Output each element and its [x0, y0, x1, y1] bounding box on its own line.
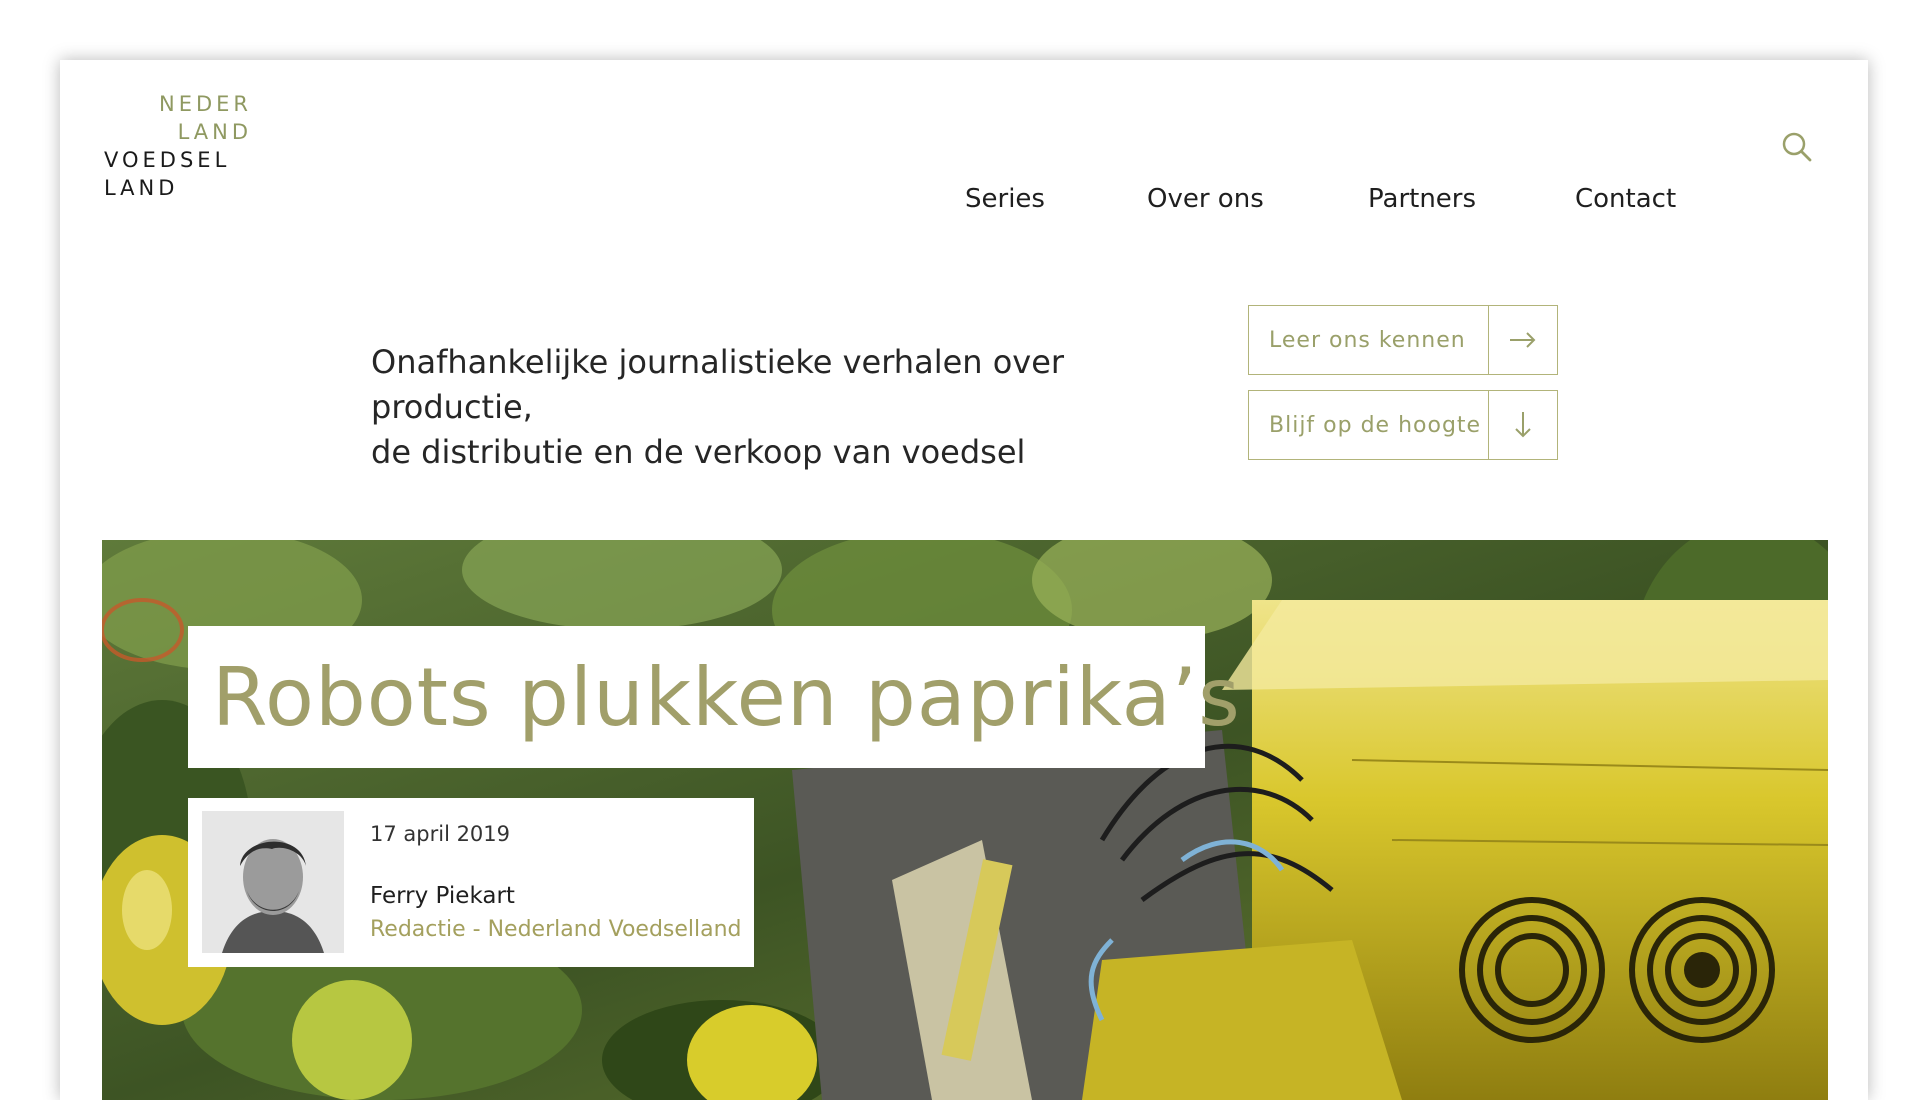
logo-line-2: LAND	[177, 120, 252, 144]
cta-label: Blijf op de hoogte	[1269, 412, 1482, 438]
nav-item-partners[interactable]: Partners	[1368, 184, 1476, 214]
logo-line-3: VOEDSEL	[104, 148, 231, 172]
blijf-op-de-hoogte-button[interactable]: Blijf op de hoogte	[1248, 390, 1558, 460]
cta-label: Leer ons kennen	[1269, 327, 1466, 353]
tagline-line-2: de distributie en de verkoop van voedsel	[371, 433, 1026, 471]
author-name[interactable]: Ferry Piekart	[370, 883, 515, 909]
tagline-line-1: Onafhankelijke journalistieke verhalen o…	[371, 343, 1065, 426]
arrow-down-icon	[1488, 391, 1557, 459]
author-role: Redactie - Nederland Voedselland	[370, 917, 742, 942]
arrow-right-icon	[1488, 306, 1557, 374]
article-title-box[interactable]: Robots plukken paprika’s	[188, 626, 1240, 768]
nav-item-over-ons[interactable]: Over ons	[1147, 184, 1264, 214]
site-tagline: Onafhankelijke journalistieke verhalen o…	[371, 340, 1211, 475]
nav-item-contact[interactable]: Contact	[1575, 184, 1676, 214]
author-avatar	[202, 811, 344, 953]
logo-line-1: NEDER	[158, 92, 252, 116]
article-title[interactable]: Robots plukken paprika’s	[212, 651, 1241, 744]
search-icon[interactable]	[1781, 131, 1813, 163]
leer-ons-kennen-button[interactable]: Leer ons kennen	[1248, 305, 1558, 375]
author-card: 17 april 2019 Ferry Piekart Redactie - N…	[188, 798, 754, 967]
main-nav: Series Over ons Partners Contact	[60, 184, 1868, 224]
nav-item-series[interactable]: Series	[965, 184, 1045, 214]
browser-page: NEDER LAND VOEDSEL LAND Series Over ons …	[60, 60, 1868, 1100]
hero-article[interactable]: Robots plukken paprika’s 17 april 2019 F…	[102, 540, 1828, 1100]
article-date: 17 april 2019	[370, 822, 511, 846]
